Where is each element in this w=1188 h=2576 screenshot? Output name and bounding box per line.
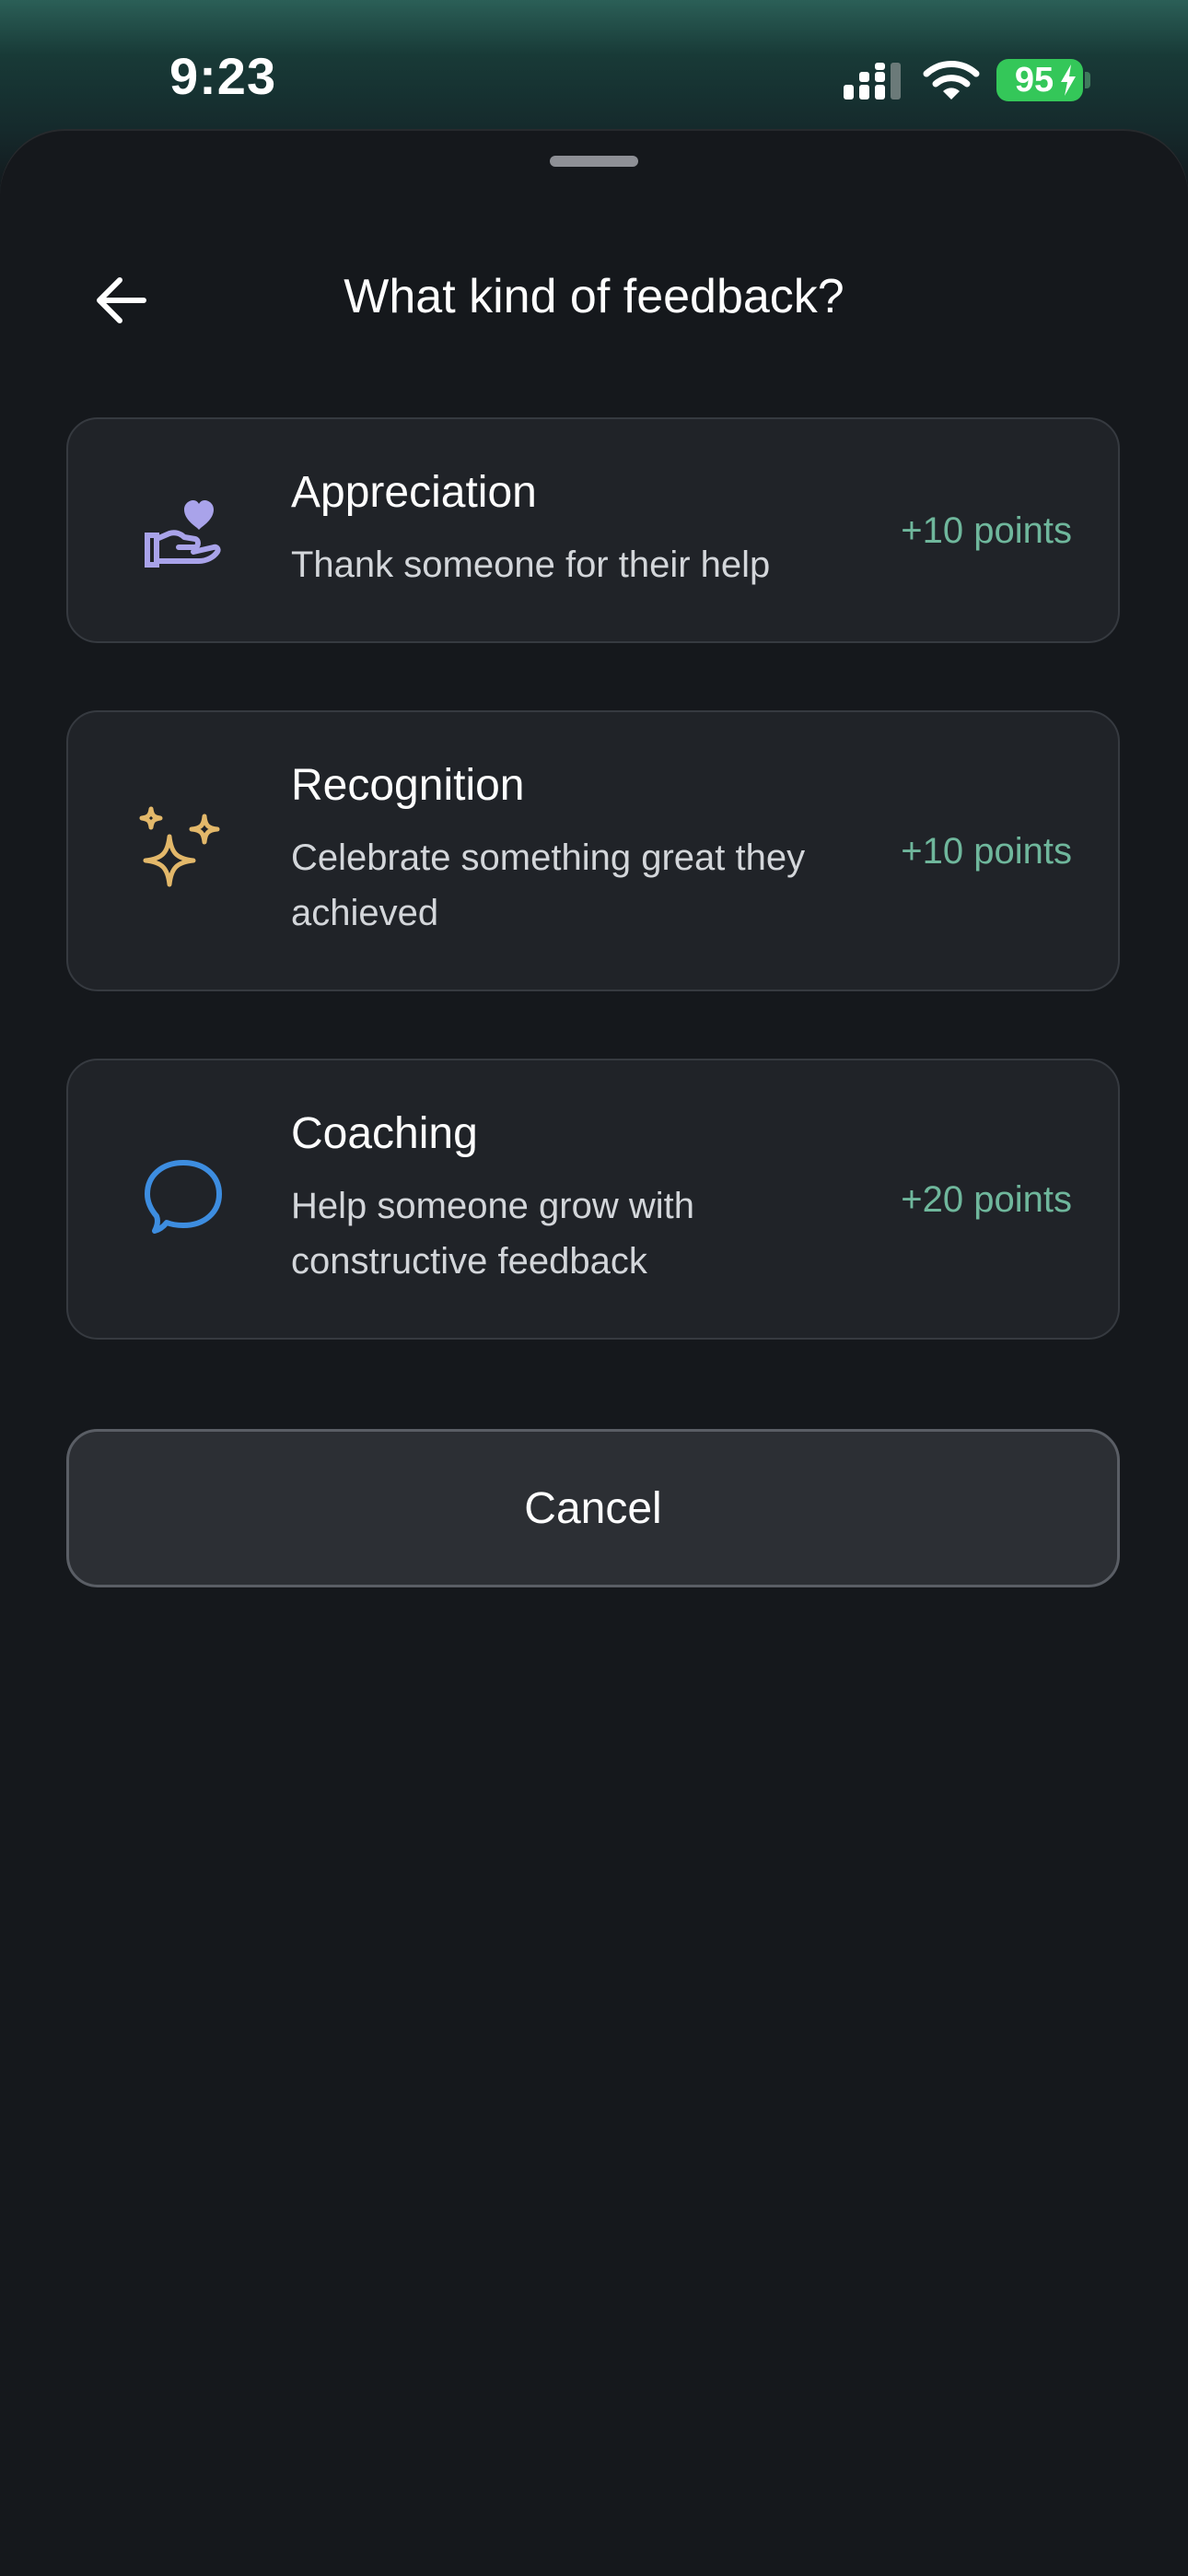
bottom-sheet: What kind of feedback? Appreciation Than… [0,129,1188,2576]
screen: 9:23 95 What kind of feedback? Appreciat… [0,0,1188,2576]
sheet-title: What kind of feedback? [344,270,844,323]
option-appreciation[interactable]: Appreciation Thank someone for their hel… [66,417,1120,643]
option-description: Help someone grow with constructive feed… [291,1186,694,1282]
signal-icon [844,63,901,100]
wifi-icon [923,61,980,100]
option-title: Coaching [291,1109,478,1158]
hand-heart-icon [145,500,221,568]
option-points: +10 points [901,510,1072,551]
option-title: Appreciation [291,468,537,517]
option-title: Recognition [291,761,525,810]
option-recognition[interactable]: Recognition Celebrate something great th… [66,710,1120,991]
status-bar: 9:23 95 [0,0,1188,129]
option-description: Celebrate something great they achieved [291,837,806,933]
battery-cap [1085,72,1090,88]
chat-bubble-icon [145,1160,222,1234]
option-description: Thank someone for their help [291,544,771,585]
option-points: +10 points [901,831,1072,872]
cancel-button[interactable]: Cancel [66,1429,1120,1587]
charging-bolt-icon [1061,64,1076,96]
sheet-grabber[interactable] [550,156,638,167]
status-time: 9:23 [169,47,277,105]
option-points: +20 points [901,1179,1072,1220]
option-coaching[interactable]: Coaching Help someone grow with construc… [66,1059,1120,1340]
battery-icon: 95 [996,59,1083,101]
battery-level: 95 [1014,61,1054,100]
sparkles-icon [139,806,220,887]
